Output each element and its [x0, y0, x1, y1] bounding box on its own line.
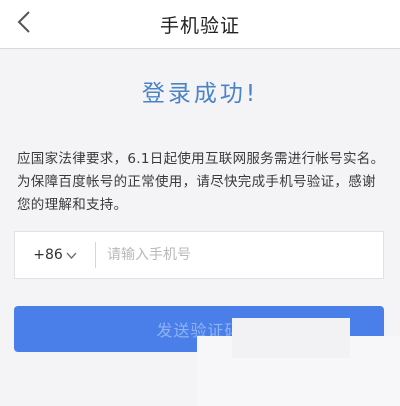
page-title: 手机验证: [159, 14, 240, 37]
login-success-message: 登录成功!: [141, 81, 259, 107]
real-name-notice: 应国家法律要求，6.1日起使用互联网服务需进行帐号实名。为保障百度帐号的正常使用…: [17, 151, 385, 213]
country-code-label: +86: [33, 247, 63, 263]
navbar: 手机验证: [0, 0, 400, 49]
watermark-overlay: [232, 318, 350, 358]
phone-number-input[interactable]: [96, 234, 383, 276]
chevron-left-icon: [17, 10, 31, 38]
phone-input-row: +86: [14, 231, 384, 279]
chevron-down-icon: [63, 247, 77, 263]
back-button[interactable]: [6, 6, 42, 42]
country-code-selector[interactable]: +86: [15, 247, 95, 263]
